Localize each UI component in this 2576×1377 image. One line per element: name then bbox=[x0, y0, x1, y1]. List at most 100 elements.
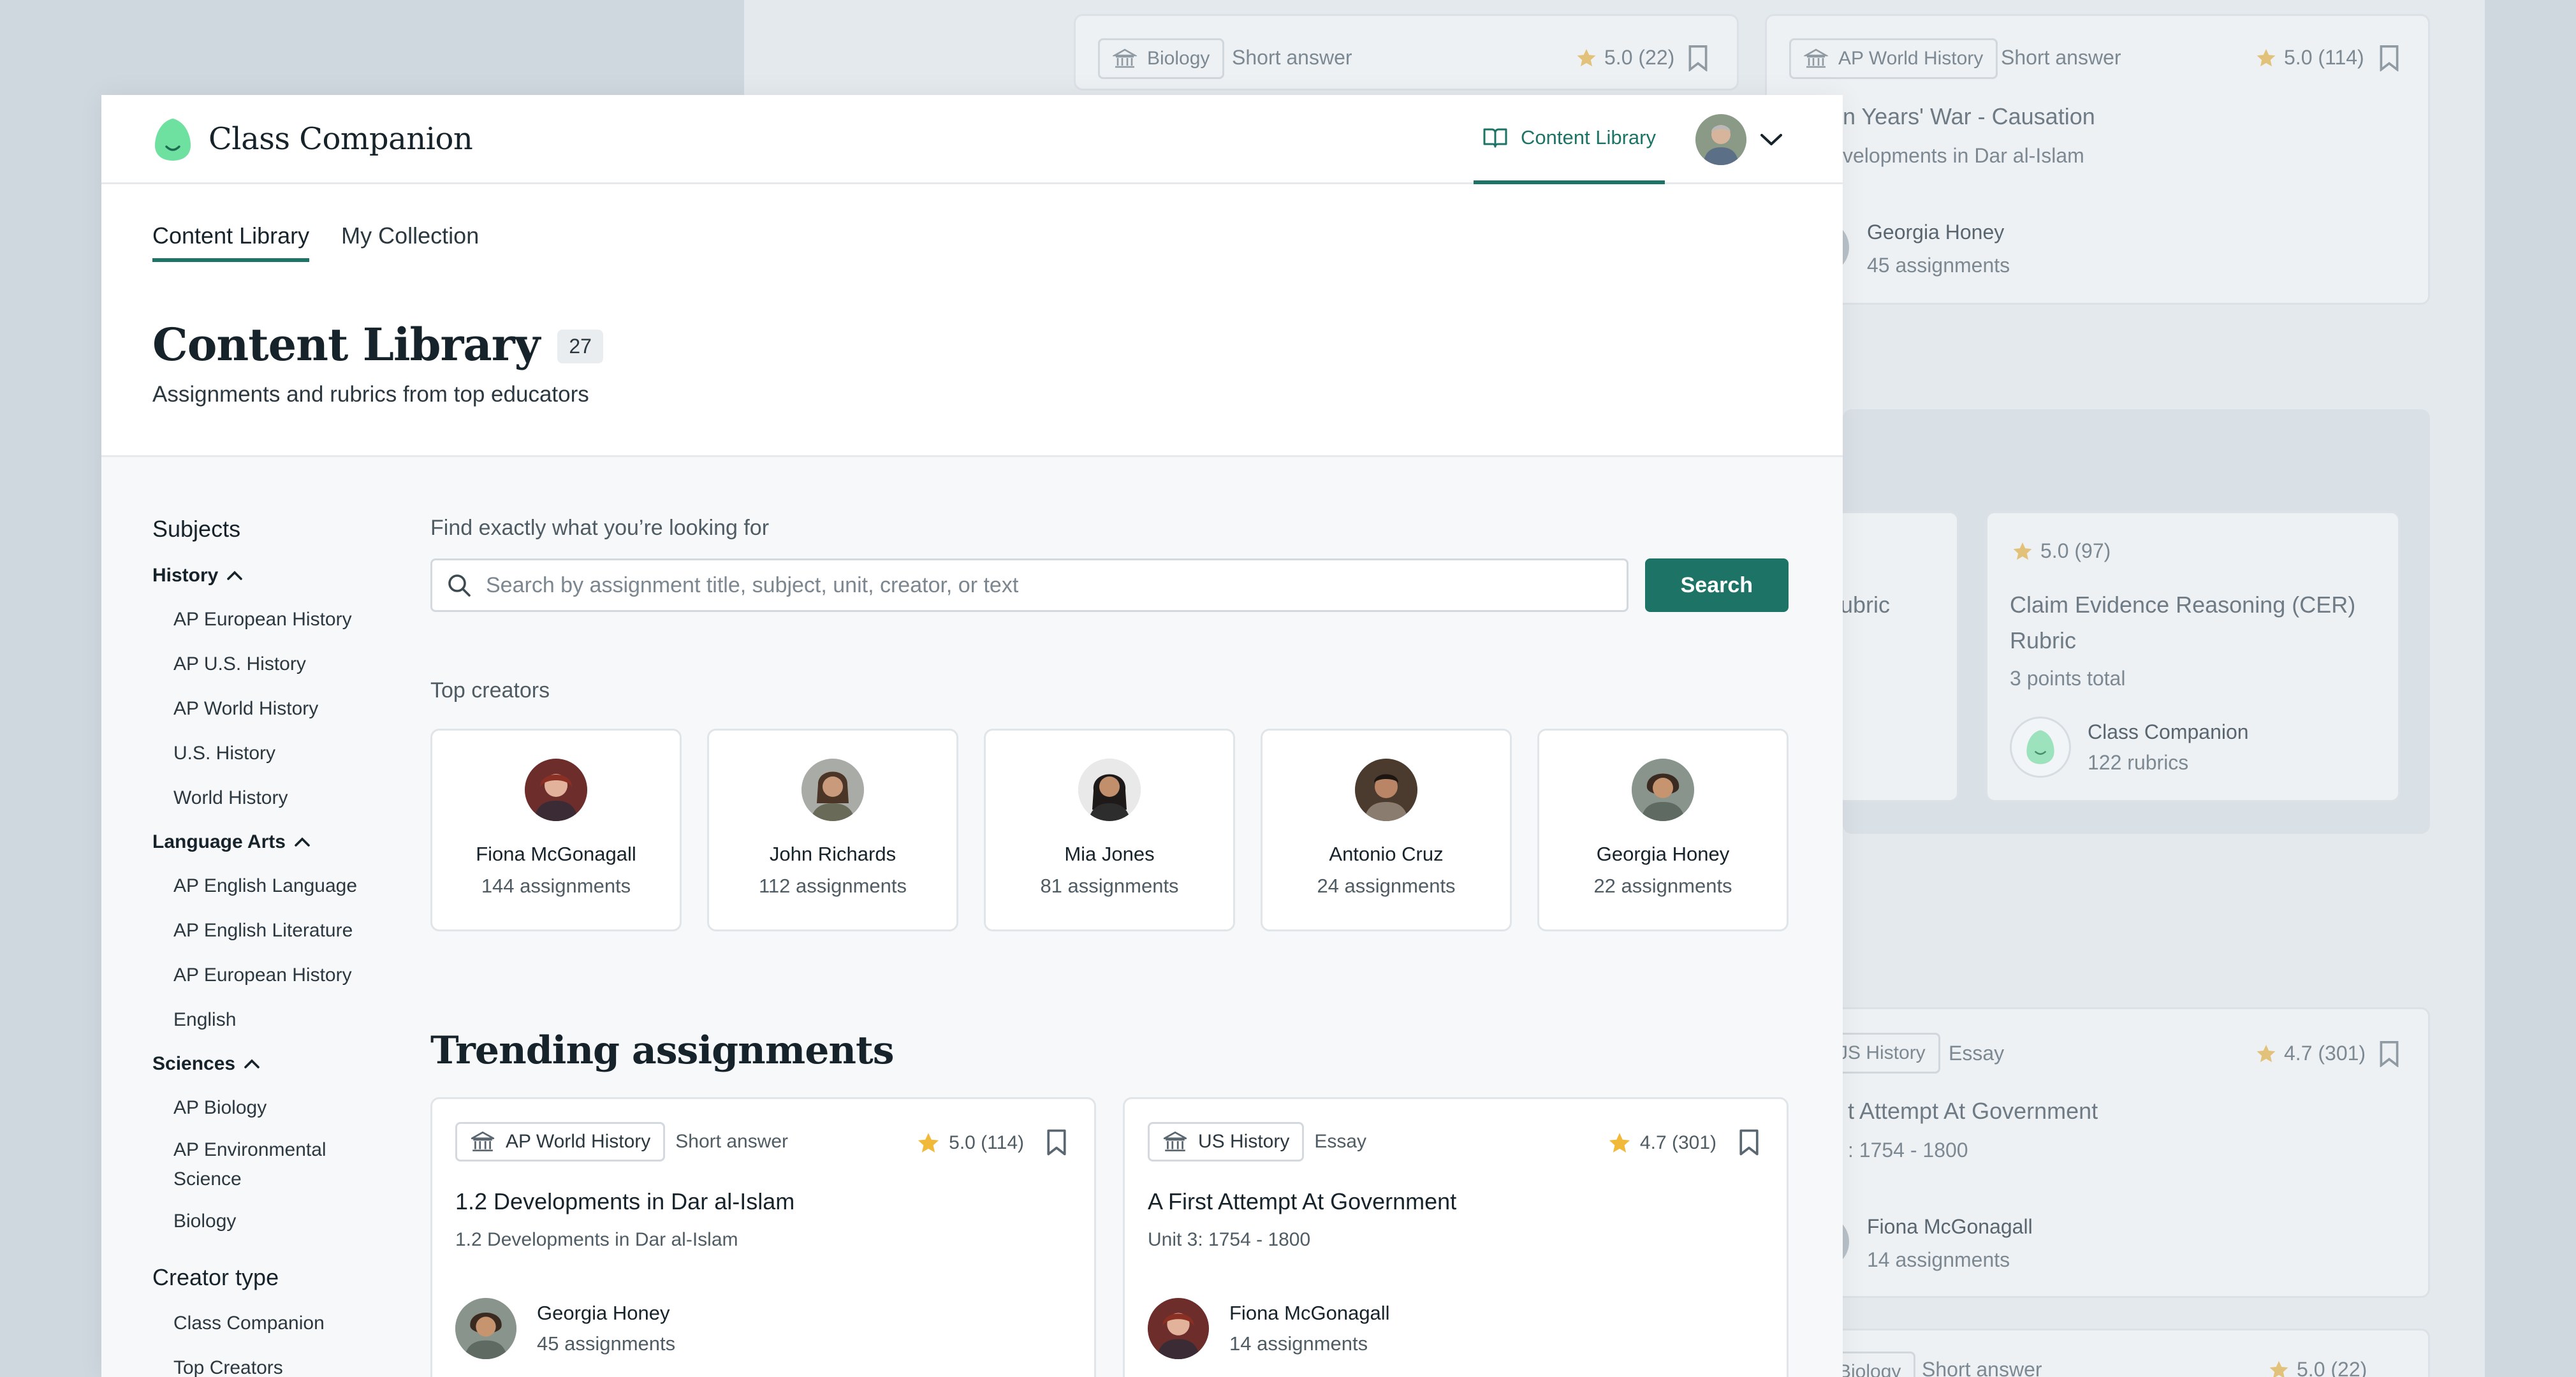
user-avatar bbox=[1695, 114, 1746, 165]
search-label: Find exactly what you’re looking for bbox=[430, 516, 770, 540]
bg-author: Fiona McGonagall bbox=[1867, 1215, 2033, 1238]
bg-author-count: 45 assignments bbox=[1867, 254, 2010, 277]
library-tabs: Content Library My Collection bbox=[152, 222, 479, 262]
assignment-author[interactable]: Fiona McGonagall 14 assignments bbox=[1148, 1298, 1390, 1359]
author-name: Fiona McGonagall bbox=[1229, 1302, 1390, 1324]
creator-avatar bbox=[1632, 759, 1694, 821]
filter-item[interactable]: AP English Literature bbox=[152, 908, 433, 953]
building-icon bbox=[1113, 48, 1137, 68]
search-icon bbox=[448, 574, 471, 597]
library-main: Find exactly what you’re looking for Sea… bbox=[430, 516, 1789, 1377]
creator-name: Antonio Cruz bbox=[1329, 843, 1444, 865]
bg-points: 3 points total bbox=[2010, 667, 2126, 690]
search-input[interactable]: Search by assignment title, subject, uni… bbox=[430, 558, 1628, 612]
filter-item[interactable]: Top Creators bbox=[152, 1346, 433, 1377]
star-icon bbox=[2269, 1360, 2288, 1377]
creator-card[interactable]: John Richards 112 assignments bbox=[707, 729, 958, 931]
brand[interactable]: Class Companion bbox=[152, 116, 473, 162]
filter-item[interactable]: Class Companion bbox=[152, 1301, 433, 1346]
author-avatar bbox=[455, 1298, 516, 1359]
filter-item[interactable]: AP Biology bbox=[152, 1086, 433, 1130]
filter-item[interactable]: World History bbox=[152, 776, 433, 820]
subjects-heading: Subjects bbox=[152, 516, 241, 542]
bookmark-icon bbox=[1688, 45, 1708, 71]
rating: 5.0 (114) bbox=[916, 1131, 1024, 1155]
search-row: Search by assignment title, subject, uni… bbox=[430, 558, 1789, 612]
bookmark-icon bbox=[2380, 1040, 2399, 1067]
star-icon bbox=[2257, 1044, 2276, 1062]
bg-type: Short answer bbox=[1232, 46, 1352, 69]
filter-group-language-arts[interactable]: Language Arts bbox=[152, 820, 433, 864]
creator-card[interactable]: Georgia Honey 22 assignments bbox=[1537, 729, 1789, 931]
nav-content-library-link[interactable]: Content Library bbox=[1474, 95, 1665, 184]
bg-subject-chip: Biology bbox=[1098, 38, 1225, 79]
top-nav: Class Companion Content Library bbox=[101, 95, 1843, 184]
nav-link-label: Content Library bbox=[1521, 126, 1656, 149]
count-badge: 27 bbox=[557, 330, 603, 363]
subject-chip[interactable]: US History bbox=[1148, 1122, 1305, 1162]
creator-avatar bbox=[801, 759, 864, 821]
user-menu[interactable] bbox=[1695, 114, 1783, 165]
search-placeholder: Search by assignment title, subject, uni… bbox=[486, 572, 1019, 597]
filter-group-history[interactable]: History bbox=[152, 554, 433, 597]
filter-item[interactable]: English bbox=[152, 998, 433, 1042]
bookmark-icon[interactable] bbox=[1046, 1128, 1067, 1156]
bg-author: Class Companion bbox=[2088, 720, 2249, 743]
page-subtitle: Assignments and rubrics from top educato… bbox=[152, 382, 589, 407]
tab-my-collection[interactable]: My Collection bbox=[341, 222, 479, 262]
building-icon bbox=[1163, 1131, 1187, 1152]
bg-author-count: 122 rubrics bbox=[2088, 751, 2189, 774]
bookmark-icon[interactable] bbox=[1738, 1128, 1760, 1156]
creator-card[interactable]: Mia Jones 81 assignments bbox=[984, 729, 1235, 931]
creator-count: 112 assignments bbox=[758, 875, 907, 897]
filter-item[interactable]: AP English Language bbox=[152, 864, 433, 908]
building-icon bbox=[471, 1131, 495, 1152]
creator-count: 144 assignments bbox=[481, 875, 631, 897]
creator-card[interactable]: Fiona McGonagall 144 assignments bbox=[430, 729, 682, 931]
chevron-up-icon bbox=[244, 1059, 260, 1068]
trending-row: AP World History Short answer 5.0 (114) … bbox=[430, 1097, 1789, 1377]
class-companion-logo-icon bbox=[155, 119, 191, 161]
assignment-author[interactable]: Georgia Honey 45 assignments bbox=[455, 1298, 675, 1359]
assignment-type: Short answer bbox=[675, 1131, 789, 1152]
star-icon bbox=[1577, 48, 1596, 66]
page-title-row: Content Library 27 bbox=[152, 318, 603, 371]
star-icon bbox=[2013, 542, 2032, 560]
filter-item[interactable]: U.S. History bbox=[152, 731, 433, 776]
creator-card[interactable]: Antonio Cruz 24 assignments bbox=[1261, 729, 1512, 931]
assignment-subtitle: Unit 3: 1754 - 1800 bbox=[1148, 1229, 1311, 1250]
book-open-icon bbox=[1483, 128, 1507, 148]
filter-item[interactable]: AP European History bbox=[152, 597, 433, 642]
assignment-card[interactable]: AP World History Short answer 5.0 (114) … bbox=[430, 1097, 1096, 1377]
card-tags: US History Essay bbox=[1148, 1122, 1366, 1162]
filter-item[interactable]: AP World History bbox=[152, 687, 433, 731]
star-icon bbox=[918, 1133, 939, 1153]
bg-type: Short answer bbox=[2001, 46, 2121, 69]
filter-item[interactable]: AP Environmental Science bbox=[152, 1130, 363, 1199]
author-count: 45 assignments bbox=[537, 1332, 676, 1355]
creator-count: 24 assignments bbox=[1317, 875, 1456, 897]
search-button[interactable]: Search bbox=[1644, 558, 1789, 612]
rating: 4.7 (301) bbox=[1607, 1131, 1716, 1155]
bg-subject-chip: JS History bbox=[1834, 1033, 1940, 1074]
top-creators-label: Top creators bbox=[430, 678, 550, 703]
filter-item[interactable]: AP U.S. History bbox=[152, 642, 433, 687]
filter-group-sciences[interactable]: Sciences bbox=[152, 1042, 433, 1086]
tab-content-library[interactable]: Content Library bbox=[152, 222, 310, 262]
filter-item[interactable]: Biology bbox=[152, 1199, 433, 1244]
subject-chip[interactable]: AP World History bbox=[455, 1122, 666, 1162]
assignment-subtitle: 1.2 Developments in Dar al-Islam bbox=[455, 1229, 738, 1250]
bg-rating: 5.0 (22) bbox=[2267, 1358, 2367, 1377]
assignment-title[interactable]: A First Attempt At Government bbox=[1148, 1188, 1456, 1215]
chevron-up-icon bbox=[227, 571, 243, 580]
author-avatar bbox=[1148, 1298, 1209, 1359]
bg-rating: 4.7 (301) bbox=[2255, 1042, 2366, 1065]
assignment-card[interactable]: US History Essay 4.7 (301) A First Attem… bbox=[1123, 1097, 1789, 1377]
creator-type-heading: Creator type bbox=[152, 1264, 279, 1290]
filter-item[interactable]: AP European History bbox=[152, 953, 433, 998]
bg-rating: 5.0 (97) bbox=[2011, 539, 2111, 563]
assignment-title[interactable]: 1.2 Developments in Dar al-Islam bbox=[455, 1188, 794, 1215]
bg-author: Georgia Honey bbox=[1867, 221, 2005, 244]
creator-name: Georgia Honey bbox=[1596, 843, 1730, 865]
chevron-down-icon bbox=[1760, 134, 1782, 145]
